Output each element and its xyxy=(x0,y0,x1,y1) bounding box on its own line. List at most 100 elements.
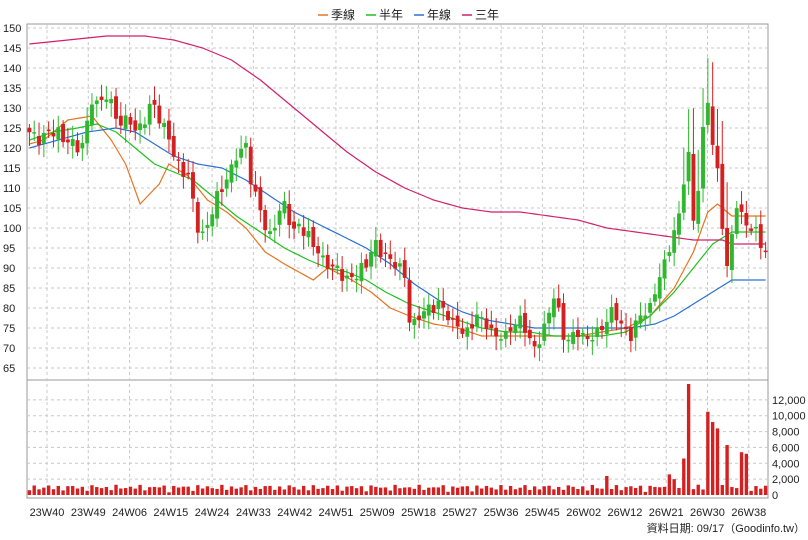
candle-body-133 xyxy=(667,252,672,256)
candle-body-75 xyxy=(388,254,393,259)
volume-bar-70 xyxy=(364,491,368,495)
candle-body-90 xyxy=(460,328,465,334)
volume-bar-21 xyxy=(128,486,133,495)
candle-body-153 xyxy=(763,250,768,253)
candle-body-58 xyxy=(306,230,311,238)
volume-bar-116 xyxy=(585,490,590,495)
volume-bar-85 xyxy=(436,487,441,495)
candle-body-124 xyxy=(624,326,628,330)
volume-bar-51 xyxy=(273,489,277,495)
price-tick-label-9: 110 xyxy=(3,183,21,195)
legend: 季線 半年 年線 三年 xyxy=(318,7,499,22)
candle-body-127 xyxy=(638,315,643,324)
volume-tick-label-2: 4,000 xyxy=(772,458,800,470)
volume-bar-143 xyxy=(715,428,720,495)
volume-bar-104 xyxy=(528,489,532,495)
candle-body-73 xyxy=(378,239,383,257)
candle-body-49 xyxy=(263,210,268,231)
volume-bar-88 xyxy=(451,486,455,495)
candle-body-1 xyxy=(32,132,37,134)
volume-bar-147 xyxy=(735,488,739,495)
candle-body-13 xyxy=(90,104,94,126)
candle-body-134 xyxy=(672,230,677,253)
x-tick-label-16: 26W30 xyxy=(690,507,725,519)
x-tick-label-17: 26W38 xyxy=(731,507,766,519)
candle-body-128 xyxy=(643,315,648,319)
candle-body-91 xyxy=(465,327,470,337)
volume-bar-27 xyxy=(157,487,162,495)
x-tick-label-1: 23W49 xyxy=(71,507,106,519)
candle-body-82 xyxy=(422,311,426,319)
volume-tick-label-6: 12,000 xyxy=(772,395,806,407)
volume-bar-47 xyxy=(253,486,258,495)
candle-body-78 xyxy=(402,260,407,278)
volume-bar-59 xyxy=(311,485,315,495)
volume-bar-54 xyxy=(287,485,291,495)
candle-body-147 xyxy=(734,208,739,235)
volume-bar-114 xyxy=(576,489,580,495)
candle-body-28 xyxy=(162,122,167,128)
plot-frame xyxy=(26,23,769,499)
volume-bar-45 xyxy=(244,485,248,495)
candle-body-21 xyxy=(128,117,133,125)
volume-bar-75 xyxy=(388,490,392,495)
candle-body-39 xyxy=(215,191,219,219)
candle-body-14 xyxy=(94,100,99,105)
volume-bar-22 xyxy=(133,488,137,495)
volume-bar-57 xyxy=(301,485,306,495)
candle-body-23 xyxy=(138,123,143,130)
price-axis: 65 70 75 80 85 90 95 100 105 110 115 120 125 130 135 14… xyxy=(3,23,21,375)
volume-bar-86 xyxy=(441,485,445,495)
volume-bar-151 xyxy=(754,486,758,495)
candle-body-138 xyxy=(691,153,696,221)
volume-bar-153 xyxy=(763,485,768,495)
volume-bar-111 xyxy=(561,489,566,495)
price-tick-label-2: 75 xyxy=(3,323,15,335)
candle-body-34 xyxy=(191,172,195,199)
volume-bar-91 xyxy=(465,486,469,495)
volume-bar-123 xyxy=(619,490,623,495)
volume-bar-26 xyxy=(152,486,157,495)
candle-body-11 xyxy=(80,142,85,149)
x-tick-label-7: 24W51 xyxy=(319,507,354,519)
candle-body-112 xyxy=(566,339,571,342)
volume-bar-150 xyxy=(749,490,753,495)
stock-chart: 季線 半年 年線 三年 65 70 75 80 85 90 95 100 105 110 115 120 12… xyxy=(3,7,806,535)
candle-body-126 xyxy=(633,320,638,338)
candle-body-96 xyxy=(489,324,494,329)
price-tick-label-8: 105 xyxy=(3,203,21,215)
volume-bar-16 xyxy=(104,486,109,495)
volume-bar-5 xyxy=(51,489,56,495)
volume-bar-3 xyxy=(42,487,46,495)
volume-bar-42 xyxy=(229,486,234,495)
price-tick-label-17: 150 xyxy=(3,23,21,35)
candle-body-85 xyxy=(436,300,441,310)
volume-bar-128 xyxy=(643,491,647,495)
candle-body-110 xyxy=(556,298,561,308)
volume-bar-106 xyxy=(537,489,542,495)
volume-bar-13 xyxy=(90,485,94,495)
candle-body-4 xyxy=(46,129,51,132)
volume-bar-2 xyxy=(37,489,41,495)
volume-bar-87 xyxy=(446,491,450,495)
volume-bar-20 xyxy=(123,488,128,495)
volume-bar-4 xyxy=(46,485,51,495)
volume-bar-52 xyxy=(277,486,282,495)
candle-body-111 xyxy=(561,303,566,340)
candle-body-88 xyxy=(450,318,455,320)
price-tick-label-11: 120 xyxy=(3,143,21,155)
candle-body-42 xyxy=(229,164,234,183)
candle-body-131 xyxy=(657,277,662,299)
candle-body-30 xyxy=(171,135,176,157)
volume-bar-96 xyxy=(489,487,494,495)
volume-bar-73 xyxy=(378,487,383,495)
volume-bar-67 xyxy=(350,486,354,495)
x-tick-label-13: 26W02 xyxy=(566,507,601,519)
volume-bar-76 xyxy=(393,484,397,495)
candle-body-151 xyxy=(754,227,758,229)
candle-body-146 xyxy=(729,234,734,270)
candle-body-98 xyxy=(499,339,503,341)
candle-body-106 xyxy=(537,344,542,349)
volume-tick-label-4: 8,000 xyxy=(772,427,800,439)
candle-body-40 xyxy=(219,189,224,192)
